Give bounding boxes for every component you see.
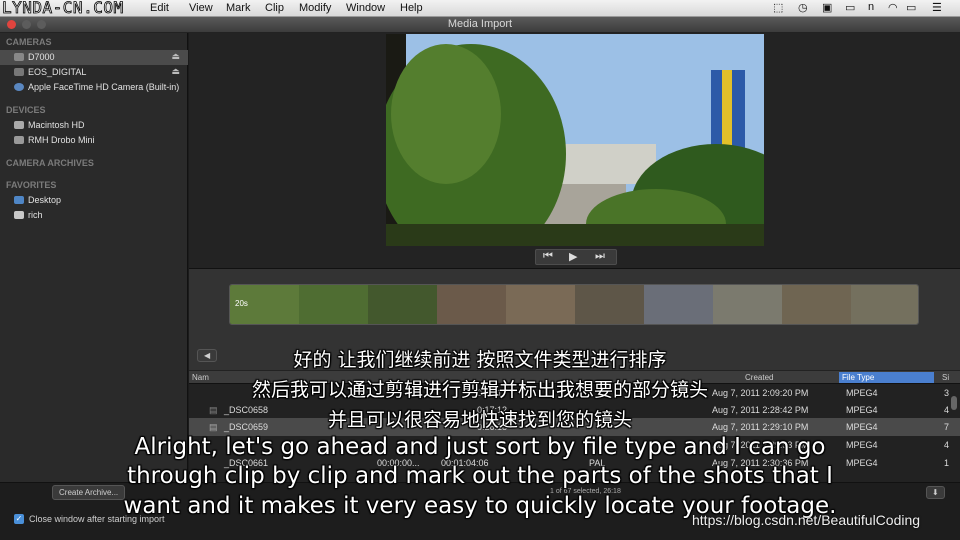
card-icon [14,68,24,76]
subtitle-zh-line-3: 并且可以很容易地快速找到您的镜头 [327,409,632,431]
section-devices: DEVICES [6,105,46,115]
status-icon-2[interactable]: ▣ [822,1,832,14]
menu-help[interactable]: Help [400,2,423,14]
camera-icon [14,53,24,61]
subtitle-en-line-2: through clip by clip and mark out the pa… [127,463,833,489]
hard-drive-icon [14,121,24,129]
menu-list-icon[interactable]: ☰ [932,1,942,14]
eject-icon[interactable]: ⏏ [171,51,180,62]
sidebar-item-facetime-camera[interactable]: Apple FaceTime HD Camera (Built-in) [0,80,188,95]
airplay-icon[interactable]: ▭ [906,1,916,14]
menu-view[interactable]: View [189,2,213,14]
menu-clip[interactable]: Clip [265,2,284,14]
filmstrip-frame [713,285,782,324]
next-clip-icon[interactable]: ⏭ [595,250,605,263]
clip-duration-label: 20s [235,299,248,308]
section-cameras: CAMERAS [6,37,52,47]
sidebar-item-d7000[interactable]: D7000 ⏏ [0,50,188,65]
battery-icon[interactable]: ▭ [845,1,855,14]
menu-bar: Edit View Mark Clip Modify Window Help ⬚… [0,0,960,17]
menu-edit[interactable]: Edit [150,2,169,14]
subtitle-zh-line-1: 好的 让我们继续前进 按照文件类型进行排序 [293,349,667,371]
window-title: Media Import [447,18,513,30]
clock-icon[interactable]: ◷ [798,1,808,14]
desktop-folder-icon [14,196,24,204]
filmstrip-frame [437,285,506,324]
status-n-icon[interactable]: n [868,1,874,13]
eject-icon[interactable]: ⏏ [171,66,180,77]
section-camera-archives: CAMERA ARCHIVES [6,158,94,168]
window-titlebar: Media Import [0,17,960,33]
filmstrip-frame [782,285,851,324]
home-icon [14,211,24,219]
video-preview [386,34,764,246]
filmstrip-frame [368,285,437,324]
playback-controls: ⏮ ▶ ⏭ [535,249,617,265]
previous-clip-icon[interactable]: ⏮ [543,250,553,263]
filmstrip-frame [506,285,575,324]
status-icon-1[interactable]: ⬚ [773,1,783,14]
filmstrip-frame [299,285,368,324]
video-frame-image [386,34,764,246]
filmstrip-frame [851,285,918,324]
sidebar-item-desktop[interactable]: Desktop [0,193,188,208]
hard-drive-icon [14,136,24,144]
sidebar-item-drobo-mini[interactable]: RMH Drobo Mini [0,133,188,148]
clip-filmstrip[interactable]: 20s [229,284,919,325]
section-favorites: FAVORITES [6,180,57,190]
csdn-watermark: https://blog.csdn.net/BeautifulCoding [692,512,921,528]
sidebar-item-eos-digital[interactable]: EOS_DIGITAL ⏏ [0,65,188,80]
wifi-icon[interactable]: ◠ [888,1,898,14]
play-icon[interactable]: ▶ [569,250,577,263]
menu-window[interactable]: Window [346,2,385,14]
filmstrip-frame [644,285,713,324]
subtitle-zh-line-2: 然后我可以通过剪辑进行剪辑并标出我想要的部分镜头 [251,379,708,401]
watermark: LYNDA-CN.COM [2,0,124,17]
sidebar-item-macintosh-hd[interactable]: Macintosh HD [0,118,188,133]
facetime-camera-icon [14,83,24,91]
sidebar-item-rich[interactable]: rich [0,208,188,223]
filmstrip-frame [575,285,644,324]
subtitle-en-line-1: Alright, let's go ahead and just sort by… [134,434,826,460]
menu-mark[interactable]: Mark [226,2,250,14]
menu-modify[interactable]: Modify [299,2,331,14]
